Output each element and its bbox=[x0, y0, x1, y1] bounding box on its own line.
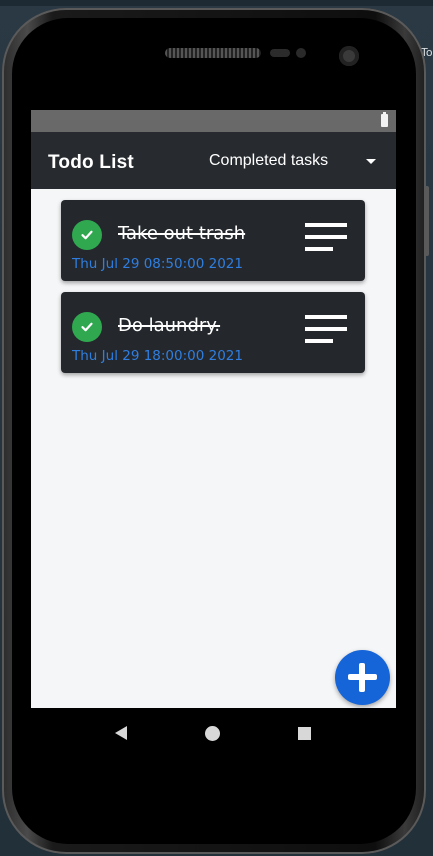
earpiece-speaker bbox=[165, 48, 261, 58]
light-sensor bbox=[296, 48, 306, 58]
check-circle-icon[interactable] bbox=[72, 312, 102, 342]
status-bar bbox=[31, 110, 396, 132]
add-todo-button[interactable] bbox=[335, 650, 390, 705]
menu-lines-icon[interactable] bbox=[305, 223, 349, 253]
filter-dropdown[interactable]: Completed tasks bbox=[209, 152, 379, 174]
battery-icon bbox=[381, 112, 388, 127]
dropdown-caret-icon bbox=[366, 159, 376, 164]
app-bar: Todo List Completed tasks bbox=[31, 132, 396, 189]
check-circle-icon[interactable] bbox=[72, 220, 102, 250]
todo-list: Take out trash Thu Jul 29 08:50:00 2021 … bbox=[61, 200, 366, 384]
back-icon[interactable] bbox=[115, 726, 127, 740]
device-screen: Todo List Completed tasks Take out trash… bbox=[31, 110, 396, 758]
power-button[interactable] bbox=[424, 186, 429, 256]
todo-date: Thu Jul 29 18:00:00 2021 bbox=[72, 348, 243, 364]
menu-lines-icon[interactable] bbox=[305, 315, 349, 345]
desktop-top-edge bbox=[0, 0, 433, 6]
todo-item[interactable]: Do laundry. Thu Jul 29 18:00:00 2021 bbox=[61, 292, 365, 373]
todo-title: Take out trash bbox=[118, 223, 246, 244]
system-nav-bar bbox=[31, 708, 396, 758]
filter-selected-label: Completed tasks bbox=[209, 152, 329, 169]
app-title: Todo List bbox=[48, 152, 134, 173]
todo-item[interactable]: Take out trash Thu Jul 29 08:50:00 2021 bbox=[61, 200, 365, 281]
front-camera bbox=[339, 46, 359, 66]
todo-title: Do laundry. bbox=[118, 315, 221, 336]
proximity-sensor bbox=[270, 49, 290, 57]
todo-date: Thu Jul 29 08:50:00 2021 bbox=[72, 256, 243, 272]
recents-icon[interactable] bbox=[298, 727, 311, 740]
home-icon[interactable] bbox=[205, 726, 220, 741]
